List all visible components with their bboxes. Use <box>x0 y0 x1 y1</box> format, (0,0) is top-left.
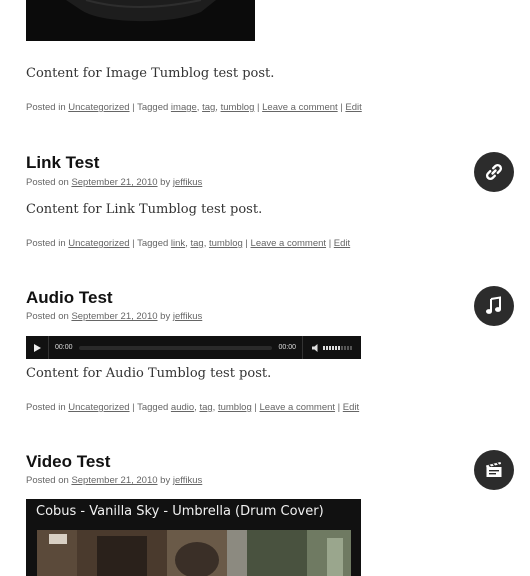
posted-in-label: Posted in <box>26 402 66 413</box>
post-byline: Posted on September 21, 2010 by jeffikus <box>26 311 202 322</box>
by-label: by <box>160 177 171 188</box>
posted-on-label: Posted on <box>26 475 69 486</box>
post-content: Content for Audio Tumblog test post. <box>26 366 272 381</box>
speaker-icon <box>312 343 318 352</box>
video-title[interactable]: Cobus - Vanilla Sky - Umbrella (Drum Cov… <box>36 504 324 519</box>
post-title[interactable]: Audio Test <box>26 288 113 308</box>
tagged-label: Tagged <box>137 402 169 413</box>
leave-comment-link[interactable]: Leave a comment <box>251 238 327 249</box>
separator: | <box>254 402 257 413</box>
separator: | <box>132 402 135 413</box>
play-icon <box>33 343 41 352</box>
posted-on-label: Posted on <box>26 311 69 322</box>
link-icon[interactable] <box>474 152 514 192</box>
clapperboard-icon[interactable] <box>474 450 514 490</box>
author-link[interactable]: jeffikus <box>173 177 202 188</box>
post-byline: Posted on September 21, 2010 by jeffikus <box>26 475 202 486</box>
category-link[interactable]: Uncategorized <box>68 402 129 413</box>
tag-link[interactable]: link <box>171 238 185 249</box>
post-title[interactable]: Link Test <box>26 153 99 173</box>
tag-link[interactable]: tag <box>202 102 215 113</box>
tag-link[interactable]: tumblog <box>218 402 252 413</box>
post-footer-meta: Posted in Uncategorized | Tagged audio, … <box>26 402 360 413</box>
audio-player: 00:00 00:00 <box>26 336 361 359</box>
tag-link[interactable]: tumblog <box>209 238 243 249</box>
edit-link[interactable]: Edit <box>345 102 361 113</box>
category-link[interactable]: Uncategorized <box>68 238 129 249</box>
current-time: 00:00 <box>55 344 73 351</box>
tag-link[interactable]: tumblog <box>221 102 255 113</box>
tag-link[interactable]: audio <box>171 402 194 413</box>
play-button[interactable] <box>26 336 49 359</box>
post-date-link[interactable]: September 21, 2010 <box>71 177 157 188</box>
tag-link[interactable]: tag <box>199 402 212 413</box>
separator: | <box>337 402 341 413</box>
separator: | <box>132 102 135 113</box>
separator: | <box>328 238 332 249</box>
posted-in-label: Posted in <box>26 238 66 249</box>
music-note-icon[interactable] <box>474 286 514 326</box>
image-post-photo <box>26 0 255 41</box>
post-date-link[interactable]: September 21, 2010 <box>71 311 157 322</box>
tagged-label: Tagged <box>137 238 169 249</box>
volume-control[interactable] <box>302 336 361 359</box>
separator: | <box>132 238 135 249</box>
post-date-link[interactable]: September 21, 2010 <box>71 475 157 486</box>
duration-time: 00:00 <box>278 344 296 351</box>
separator: | <box>340 102 343 113</box>
author-link[interactable]: jeffikus <box>173 311 202 322</box>
post-content: Content for Link Tumblog test post. <box>26 202 263 217</box>
separator: | <box>245 238 248 249</box>
post-footer-meta: Posted in Uncategorized | Tagged image, … <box>26 102 362 113</box>
post-footer-meta: Posted in Uncategorized | Tagged link, t… <box>26 238 351 249</box>
author-link[interactable]: jeffikus <box>173 475 202 486</box>
video-player[interactable]: Cobus - Vanilla Sky - Umbrella (Drum Cov… <box>26 499 361 576</box>
posted-on-label: Posted on <box>26 177 69 188</box>
tag-link[interactable]: tag <box>190 238 203 249</box>
post-content: Content for Image Tumblog test post. <box>26 66 275 81</box>
tag-link[interactable]: image <box>171 102 197 113</box>
by-label: by <box>160 311 171 322</box>
video-thumbnail <box>37 530 351 576</box>
category-link[interactable]: Uncategorized <box>68 102 129 113</box>
edit-link[interactable]: Edit <box>334 238 350 249</box>
separator: | <box>257 102 260 113</box>
by-label: by <box>160 475 171 486</box>
leave-comment-link[interactable]: Leave a comment <box>260 402 336 413</box>
post-title[interactable]: Video Test <box>26 452 110 472</box>
progress-track[interactable] <box>78 345 273 350</box>
tagged-label: Tagged <box>137 102 169 113</box>
edit-link[interactable]: Edit <box>343 402 359 413</box>
posted-in-label: Posted in <box>26 102 66 113</box>
post-byline: Posted on September 21, 2010 by jeffikus <box>26 177 202 188</box>
leave-comment-link[interactable]: Leave a comment <box>262 102 338 113</box>
